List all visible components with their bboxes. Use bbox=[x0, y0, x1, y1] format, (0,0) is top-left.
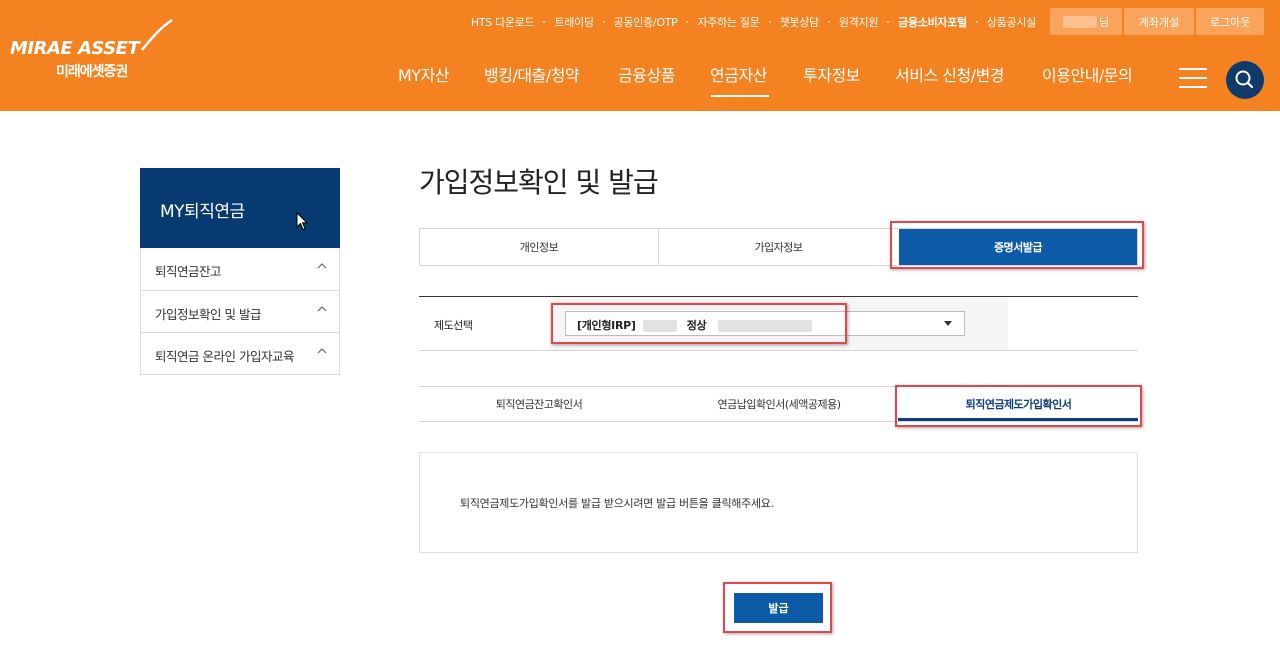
sidebar-item-pension-balance[interactable]: 퇴직연금잔고 bbox=[141, 248, 339, 290]
site-header: MIRAE ASSET 미래에셋증권 HTS 다운로드 트레이딩 공동인증/OT… bbox=[0, 0, 1280, 111]
tab-personal-info[interactable]: 개인정보 bbox=[420, 229, 659, 265]
logo-swoosh-icon bbox=[141, 18, 173, 51]
user-suffix: 님 bbox=[1098, 15, 1110, 29]
highlight-box bbox=[551, 303, 847, 344]
tab-subscriber-info[interactable]: 가입자정보 bbox=[659, 229, 898, 265]
search-button[interactable] bbox=[1226, 61, 1264, 99]
tab-pension-balance-cert[interactable]: 퇴직연금잔고확인서 bbox=[419, 387, 659, 421]
util-faq[interactable]: 자주하는 질문 bbox=[697, 14, 759, 30]
separator-dot bbox=[827, 21, 830, 23]
mouse-cursor-icon bbox=[296, 212, 308, 231]
separator-dot bbox=[768, 21, 771, 23]
separator-dot bbox=[602, 21, 605, 23]
util-hts-download[interactable]: HTS 다운로드 bbox=[471, 14, 535, 30]
logout-button[interactable]: 로그아웃 bbox=[1196, 8, 1264, 35]
chevron-up-icon bbox=[317, 306, 327, 312]
nav-help[interactable]: 이용안내/문의 bbox=[1042, 62, 1133, 86]
sidebar-item-label: 퇴직연금 온라인 가입자교육 bbox=[155, 349, 294, 364]
separator-dot bbox=[686, 21, 689, 23]
separator-dot bbox=[887, 21, 890, 23]
dropdown-caret-icon bbox=[944, 321, 952, 326]
sidebar-item-label: 가입정보확인 및 발급 bbox=[155, 307, 261, 322]
sidebar-menu: 퇴직연금잔고 가입정보확인 및 발급 퇴직연금 온라인 가입자교육 bbox=[140, 248, 340, 375]
nav-service-request[interactable]: 서비스 신청/변경 bbox=[895, 62, 1005, 86]
util-product-disclosure[interactable]: 상품공시실 bbox=[987, 14, 1036, 30]
highlight-box bbox=[895, 385, 1142, 427]
nav-financial-products[interactable]: 금융상품 bbox=[618, 62, 675, 86]
nav-active-indicator bbox=[711, 95, 769, 97]
sidebar-item-label: 퇴직연금잔고 bbox=[155, 264, 222, 279]
chevron-up-icon bbox=[317, 263, 327, 269]
highlight-box bbox=[723, 582, 832, 633]
open-account-button[interactable]: 계좌개설 bbox=[1124, 8, 1194, 35]
chevron-up-icon bbox=[317, 348, 327, 354]
sidebar-item-subscription-info[interactable]: 가입정보확인 및 발급 bbox=[141, 290, 339, 332]
highlight-box bbox=[890, 221, 1144, 269]
nav-pension-assets[interactable]: 연금자산 bbox=[710, 62, 767, 86]
util-certificate-otp[interactable]: 공동인증/OTP bbox=[614, 14, 678, 30]
issue-notice: 퇴직연금제도가입확인서를 발급 받으시려면 발급 버튼을 클릭해주세요. bbox=[419, 452, 1138, 553]
utility-nav: HTS 다운로드 트레이딩 공동인증/OTP 자주하는 질문 챗봇상담 원격지원… bbox=[471, 12, 1036, 32]
sidebar-item-online-education[interactable]: 퇴직연금 온라인 가입자교육 bbox=[141, 332, 339, 374]
nav-investment-info[interactable]: 투자정보 bbox=[803, 62, 860, 86]
page-title: 가입정보확인 및 발급 bbox=[419, 166, 659, 199]
sidebar-title[interactable]: MY퇴직연금 bbox=[140, 168, 340, 248]
search-icon bbox=[1235, 70, 1254, 89]
hamburger-menu-icon[interactable] bbox=[1179, 66, 1207, 90]
util-chatbot[interactable]: 챗봇상담 bbox=[780, 14, 820, 30]
logo-wordmark: MIRAE ASSET bbox=[10, 38, 140, 59]
plan-select-label: 제도선택 bbox=[434, 319, 473, 332]
nav-my-assets[interactable]: MY자산 bbox=[398, 62, 450, 86]
tab-payment-cert[interactable]: 연금납입확인서(세액공제용) bbox=[659, 387, 899, 421]
user-name-redacted bbox=[1062, 15, 1097, 28]
nav-banking[interactable]: 뱅킹/대출/청약 bbox=[484, 62, 580, 86]
separator-dot bbox=[975, 21, 978, 23]
separator-dot bbox=[543, 21, 546, 23]
util-consumer-portal[interactable]: 금융소비자포털 bbox=[898, 14, 967, 30]
main-nav: MY자산 뱅킹/대출/청약 금융상품 연금자산 투자정보 서비스 신청/변경 이… bbox=[0, 62, 1280, 92]
util-trading[interactable]: 트레이딩 bbox=[554, 14, 594, 30]
util-remote-support[interactable]: 원격지원 bbox=[839, 14, 879, 30]
user-name-box[interactable]: 님 bbox=[1050, 8, 1122, 35]
